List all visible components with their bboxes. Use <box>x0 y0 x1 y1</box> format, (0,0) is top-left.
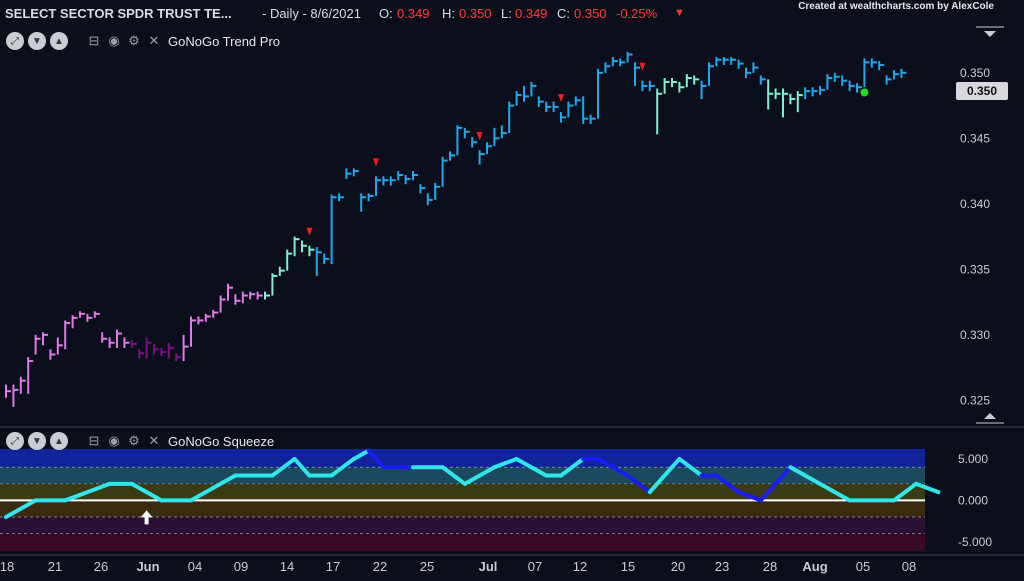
chart-canvas: 0.325 0.330 0.335 0.340 0.345 0.350 5.000 0.000… <box>0 0 1024 576</box>
move-down-icon[interactable]: ▼ <box>28 32 46 50</box>
x-tick-label: 20 <box>671 559 685 574</box>
lower-panel-header: ⤢ ▼ ▲ ⊟ ◉ ⚙ ✕ GoNoGo Squeeze <box>6 431 274 451</box>
high-value: 0.350 <box>459 6 492 21</box>
move-down-icon[interactable]: ▼ <box>28 432 46 450</box>
chart-stage: 0.325 0.330 0.335 0.340 0.345 0.350 5.000 0.000… <box>0 0 1024 576</box>
eye-icon[interactable]: ◉ <box>106 33 122 49</box>
low-label: L: <box>501 6 512 21</box>
x-tick-label: 17 <box>326 559 340 574</box>
x-tick-label: Jul <box>479 559 498 574</box>
high-label: H: <box>442 6 455 21</box>
y-tick-label: 0.335 <box>960 262 990 276</box>
open-value: 0.349 <box>397 6 430 21</box>
symbol-title[interactable]: SELECT SECTOR SPDR TRUST TE... <box>5 6 232 21</box>
squeeze-band <box>0 500 925 517</box>
y-tick-label: 0.000 <box>958 493 988 507</box>
x-tick-label: 05 <box>856 559 870 574</box>
x-tick-label: Aug <box>802 559 827 574</box>
eye-icon[interactable]: ◉ <box>106 433 122 449</box>
x-tick-label: 23 <box>715 559 729 574</box>
symbol-header: SELECT SECTOR SPDR TRUST TE... - Daily -… <box>0 0 1024 26</box>
y-tick-label: 0.345 <box>960 131 990 145</box>
y-tick-label: 0.325 <box>960 393 990 407</box>
last-price-tag: 0.350 <box>956 82 1008 100</box>
gear-icon[interactable]: ⚙ <box>126 33 142 49</box>
squeeze-band <box>0 517 925 534</box>
y-tick-label: -5.000 <box>958 535 992 549</box>
x-tick-label: 15 <box>621 559 635 574</box>
x-tick-label: 14 <box>280 559 294 574</box>
x-tick-label: 12 <box>573 559 587 574</box>
interval-date: - Daily - 8/6/2021 <box>262 6 361 21</box>
gear-icon[interactable]: ⚙ <box>126 433 142 449</box>
down-arrow-icon: ▼ <box>674 7 685 19</box>
x-tick-label: 08 <box>902 559 916 574</box>
minimize-icon[interactable]: ⊟ <box>86 33 102 49</box>
x-tick-label: 22 <box>373 559 387 574</box>
minimize-icon[interactable]: ⊟ <box>86 433 102 449</box>
x-tick-label: Jun <box>136 559 159 574</box>
x-tick-label: 25 <box>420 559 434 574</box>
x-tick-label: 04 <box>188 559 202 574</box>
x-tick-label: 18 <box>0 559 14 574</box>
squeeze-band <box>0 449 925 468</box>
lower-panel-title: GoNoGo Squeeze <box>168 433 275 449</box>
upper-panel-title: GoNoGo Trend Pro <box>168 33 280 49</box>
move-up-icon[interactable]: ▲ <box>50 432 68 450</box>
close-icon[interactable]: ✕ <box>146 433 162 449</box>
y-tick-label: 0.350 <box>960 66 990 80</box>
go-dot-marker <box>860 88 869 97</box>
squeeze-band <box>0 533 925 551</box>
y-tick-label: 0.340 <box>960 197 990 211</box>
change-percent: -0.25% <box>616 6 658 21</box>
x-tick-label: 07 <box>528 559 542 574</box>
expand-icon[interactable]: ⤢ <box>6 432 24 450</box>
close-label: C: <box>557 6 570 21</box>
x-tick-label: 21 <box>48 559 62 574</box>
open-label: O: <box>379 6 393 21</box>
expand-icon[interactable]: ⤢ <box>6 32 24 50</box>
close-value: 0.350 <box>574 6 607 21</box>
x-tick-label: 26 <box>94 559 108 574</box>
low-value: 0.349 <box>515 6 548 21</box>
x-tick-label: 28 <box>763 559 777 574</box>
credit-text: Created at wealthcharts.com by AlexCole <box>798 1 994 12</box>
y-tick-label: 0.330 <box>960 328 990 342</box>
x-tick-label: 09 <box>234 559 248 574</box>
close-icon[interactable]: ✕ <box>146 33 162 49</box>
upper-panel-header: ⤢ ▼ ▲ ⊟ ◉ ⚙ ✕ GoNoGo Trend Pro <box>6 31 280 51</box>
move-up-icon[interactable]: ▲ <box>50 32 68 50</box>
y-tick-label: 5.000 <box>958 452 988 466</box>
